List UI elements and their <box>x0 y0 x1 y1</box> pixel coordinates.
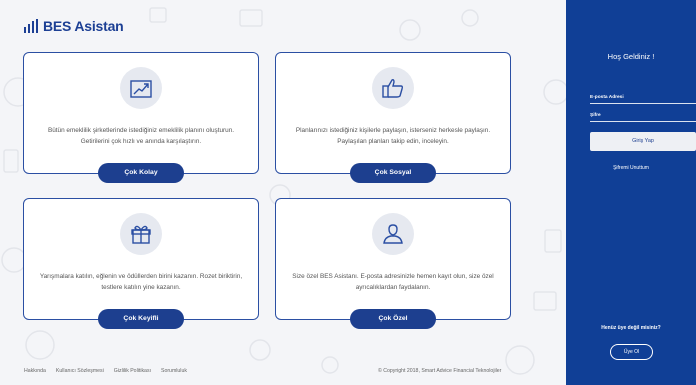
card-description: Yarışmalara katılın, eğlenin ve ödüllerd… <box>39 273 243 291</box>
card-description: Planlarınızı istediğiniz kişilerle payla… <box>295 127 491 145</box>
social-button[interactable]: Çok Sosyal <box>350 163 436 183</box>
brand-name: BES Asistan <box>43 18 124 34</box>
easy-button[interactable]: Çok Kolay <box>98 163 184 183</box>
email-field[interactable] <box>590 103 696 104</box>
feature-card-easy: Bütün emeklilik şirketlerinde istediğini… <box>23 52 259 183</box>
footer-links: Hakkında Kullanıcı Sözleşmesi Gizlilik P… <box>24 368 187 374</box>
email-label: E-posta Adresi <box>590 95 624 100</box>
password-field[interactable] <box>590 121 696 122</box>
growth-chart-icon <box>120 67 162 109</box>
brand-logo[interactable]: BES Asistan <box>24 18 124 34</box>
fun-button[interactable]: Çok Keyifli <box>98 309 184 329</box>
card-description: Size özel BES Asistanı. E-posta adresini… <box>292 273 494 291</box>
feature-card-social: Planlarınızı istediğiniz kişilerle payla… <box>275 52 511 183</box>
forgot-password-link[interactable]: Şifremi Unuttum <box>566 165 696 171</box>
footer-link-about[interactable]: Hakkında <box>24 368 46 374</box>
not-member-text: Henüz üye değil misiniz? <box>601 325 661 331</box>
logo-bars-icon <box>24 19 38 33</box>
footer-link-privacy[interactable]: Gizlilik Politikası <box>114 368 151 374</box>
feature-card-special: Size özel BES Asistanı. E-posta adresini… <box>275 198 511 329</box>
footer-link-user-agreement[interactable]: Kullanıcı Sözleşmesi <box>56 368 104 374</box>
password-label: Şifre <box>590 113 601 118</box>
card-description: Bütün emeklilik şirketlerinde istediğini… <box>47 127 235 145</box>
copyright: © Copyright 2018, Smart Advice Financial… <box>378 368 502 374</box>
feature-card-fun: Yarışmalara katılın, eğlenin ve ödüllerd… <box>23 198 259 329</box>
login-sidebar: Hoş Geldiniz ! E-posta Adresi Şifre Giri… <box>566 0 696 385</box>
register-button[interactable]: Üye Ol <box>610 344 653 360</box>
user-icon <box>372 213 414 255</box>
gift-icon <box>120 213 162 255</box>
special-button[interactable]: Çok Özel <box>350 309 436 329</box>
welcome-heading: Hoş Geldiniz ! <box>607 52 655 61</box>
thumbs-up-icon <box>372 67 414 109</box>
footer-link-liability[interactable]: Sorumluluk <box>161 368 187 374</box>
login-button[interactable]: Giriş Yap <box>590 132 696 151</box>
